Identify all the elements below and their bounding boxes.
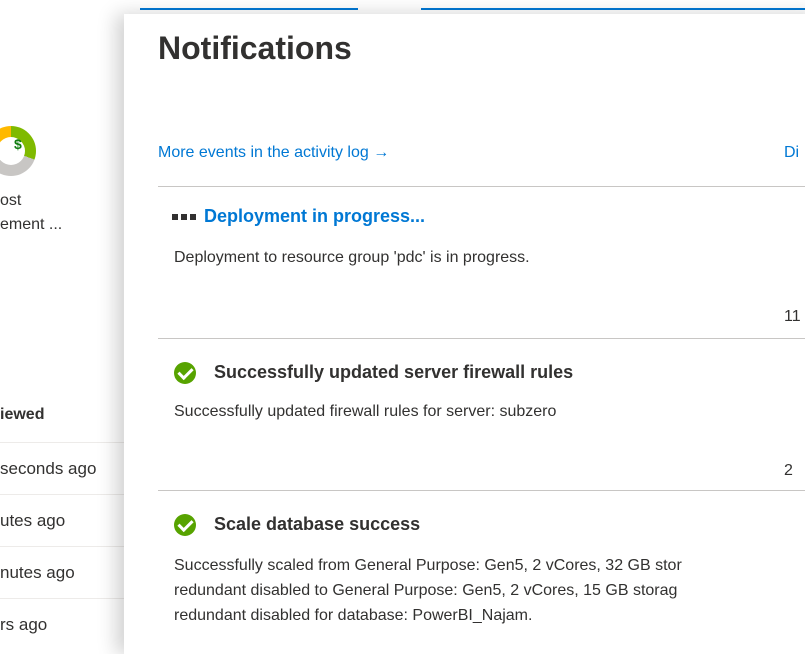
recent-item[interactable]: nutes ago bbox=[0, 546, 140, 599]
recent-item[interactable]: utes ago bbox=[0, 494, 140, 547]
notification-time: 2 bbox=[784, 462, 793, 479]
panel-title: Notifications bbox=[158, 30, 352, 66]
notifications-panel: Notifications More events in the activit… bbox=[124, 14, 805, 654]
notification-title[interactable]: Deployment in progress... bbox=[204, 206, 425, 227]
top-accent-line-right bbox=[421, 8, 805, 10]
divider bbox=[158, 338, 805, 339]
in-progress-dots-icon bbox=[172, 214, 196, 220]
notification-time: 11 bbox=[784, 308, 801, 325]
success-check-icon bbox=[174, 362, 196, 384]
background-page: $ ost ement ... iewed seconds ago utes a… bbox=[0, 0, 140, 634]
activity-log-link[interactable]: More events in the activity log → bbox=[158, 144, 389, 162]
notification-description-line: redundant disabled for database: PowerBI… bbox=[174, 607, 533, 624]
recent-item[interactable]: seconds ago bbox=[0, 442, 140, 495]
notification-title: Scale database success bbox=[214, 514, 421, 534]
divider bbox=[158, 186, 805, 187]
success-check-icon bbox=[174, 514, 196, 536]
notification-description-line: Successfully scaled from General Purpose… bbox=[174, 557, 682, 574]
tile-text-line2[interactable]: ement ... bbox=[0, 216, 62, 234]
divider bbox=[158, 490, 805, 491]
donut-label: $ bbox=[14, 136, 22, 152]
notification-description: Successfully updated firewall rules for … bbox=[174, 403, 557, 420]
tile-text-line1: ost bbox=[0, 192, 22, 209]
notification-description-line: redundant disabled to General Purpose: G… bbox=[174, 582, 678, 599]
recent-item[interactable]: rs ago bbox=[0, 598, 140, 651]
recently-viewed-header: iewed bbox=[0, 406, 45, 423]
dismiss-all-link[interactable]: Di bbox=[784, 144, 799, 162]
notification-title: Successfully updated server firewall rul… bbox=[214, 362, 574, 382]
notification-description: Deployment to resource group 'pdc' is in… bbox=[174, 249, 530, 266]
